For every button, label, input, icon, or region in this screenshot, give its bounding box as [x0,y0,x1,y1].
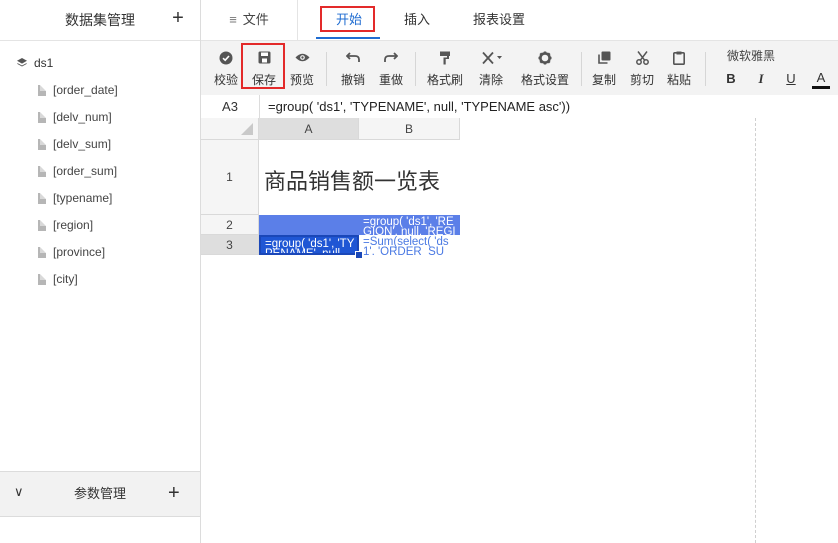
tab-file[interactable]: ≡ 文件 [201,0,298,40]
chevron-down-icon[interactable]: ∨ [14,484,24,500]
file-icon [38,192,46,204]
cell-a3[interactable]: =group( 'ds1', 'TYPENAME', null, 'TYPENA… [259,235,359,255]
field-label: [delv_sum] [53,137,112,151]
tab-file-label: 文件 [242,12,269,27]
field-item[interactable]: [city] [38,270,78,288]
toolbar-divider [705,52,706,86]
column-header-a[interactable]: A [259,118,359,140]
font-family-select[interactable]: 微软雅黑 [727,47,775,64]
italic-button[interactable]: I [752,69,770,89]
cell-a2[interactable] [259,215,359,235]
cell-b2[interactable]: =group( 'ds1', 'REGION', null, 'REGION a… [359,215,460,235]
file-icon [38,165,46,177]
cell-reference[interactable]: A3 [201,95,260,118]
row-header-3[interactable]: 3 [201,235,259,255]
check-label: 校验 [213,73,238,87]
gear-icon [517,51,573,69]
underline-button[interactable]: U [782,69,800,89]
highlight-box [241,43,285,89]
dataset-panel-header: 数据集管理 + [0,0,200,41]
format-settings-label: 格式设置 [520,73,569,87]
file-icon [38,138,46,150]
toolbar: 校验 保存 预览 撤销 重做 格式刷 清除 格式设置 复制 剪切 粘贴 微软雅黑… [201,41,838,96]
undo-label: 撤销 [340,73,365,87]
clipboard-icon [662,51,696,69]
field-item[interactable]: [delv_num] [38,108,112,126]
copy-button[interactable]: 复制 [587,41,621,95]
field-label: [order_sum] [53,164,118,178]
paint-roller-icon [423,51,467,69]
cut-label: 剪切 [629,73,654,87]
add-dataset-button[interactable]: + [168,8,188,30]
clear-button[interactable]: 清除 [473,41,509,95]
dataset-name: ds1 [34,56,54,70]
paste-button[interactable]: 粘贴 [662,41,696,95]
bold-button[interactable]: B [722,69,740,89]
preview-button[interactable]: 预览 [285,41,319,95]
highlight-box [320,6,375,32]
page-break-line [755,118,756,543]
close-icon [473,51,509,69]
undo-button[interactable]: 撤销 [336,41,370,95]
preview-label: 预览 [289,73,314,87]
scissors-icon [625,51,659,69]
field-item[interactable]: [order_date] [38,81,118,99]
toolbar-divider [415,52,416,86]
format-settings-button[interactable]: 格式设置 [517,41,573,95]
param-panel-header[interactable]: 参数管理 ∨ + [0,471,200,517]
field-label: [delv_num] [53,110,112,124]
fill-handle[interactable] [355,251,363,259]
layers-icon [17,58,27,67]
field-item[interactable]: [delv_sum] [38,135,111,153]
cell-b3[interactable]: =Sum(select( 'ds1', 'ORDER_SUM')) [359,235,460,255]
field-label: [typename] [53,191,113,205]
field-item[interactable]: [order_sum] [38,162,117,180]
report-title-cell[interactable]: 商品销售额一览表 [264,164,440,196]
eye-icon [285,51,319,67]
ribbon-tabs: ≡ 文件 开始 插入 报表设置 [201,0,838,41]
field-label: [order_date] [53,83,118,97]
field-item[interactable]: [typename] [38,189,112,207]
paste-label: 粘贴 [666,73,691,87]
formula-bar: A3 =group( 'ds1', 'TYPENAME', null, 'TYP… [201,95,838,119]
dataset-node-ds1[interactable]: ds1 [16,54,53,72]
file-icon [38,219,46,231]
redo-button[interactable]: 重做 [374,41,408,95]
formula-input[interactable]: =group( 'ds1', 'TYPENAME', null, 'TYPENA… [268,95,570,118]
check-button[interactable]: 校验 [209,41,243,95]
redo-label: 重做 [378,73,403,87]
format-painter-label: 格式刷 [426,73,463,87]
field-item[interactable]: [region] [38,216,93,234]
add-param-button[interactable]: + [168,483,180,503]
redo-icon [374,51,408,67]
row-header-1[interactable]: 1 [201,140,259,215]
file-icon [38,246,46,258]
dataset-panel: 数据集管理 + ds1 [order_date] [delv_num] [del… [0,0,201,543]
tab-insert[interactable]: 插入 [397,0,437,40]
menu-icon: ≡ [229,12,237,27]
field-label: [city] [53,272,78,286]
font-color-button[interactable]: A [812,69,830,89]
copy-icon [587,51,621,68]
spreadsheet-grid: A B 1 2 3 商品销售额一览表 =group( 'ds1', 'REGIO… [201,118,838,543]
field-item[interactable]: [province] [38,243,105,261]
file-icon [38,273,46,285]
column-header-b[interactable]: B [359,118,460,140]
copy-label: 复制 [591,73,616,87]
undo-icon [336,51,370,67]
tab-report-settings[interactable]: 报表设置 [467,0,531,40]
clear-label: 清除 [478,73,503,87]
file-icon [38,84,46,96]
file-icon [38,111,46,123]
field-label: [region] [53,218,94,232]
corner-triangle-icon [241,123,253,135]
field-label: [province] [53,245,106,259]
active-tab-underline [316,37,380,39]
toolbar-divider [326,52,327,86]
toolbar-divider [581,52,582,86]
check-circle-icon [209,51,243,69]
cut-button[interactable]: 剪切 [625,41,659,95]
format-painter-button[interactable]: 格式刷 [423,41,467,95]
row-header-2[interactable]: 2 [201,215,259,235]
